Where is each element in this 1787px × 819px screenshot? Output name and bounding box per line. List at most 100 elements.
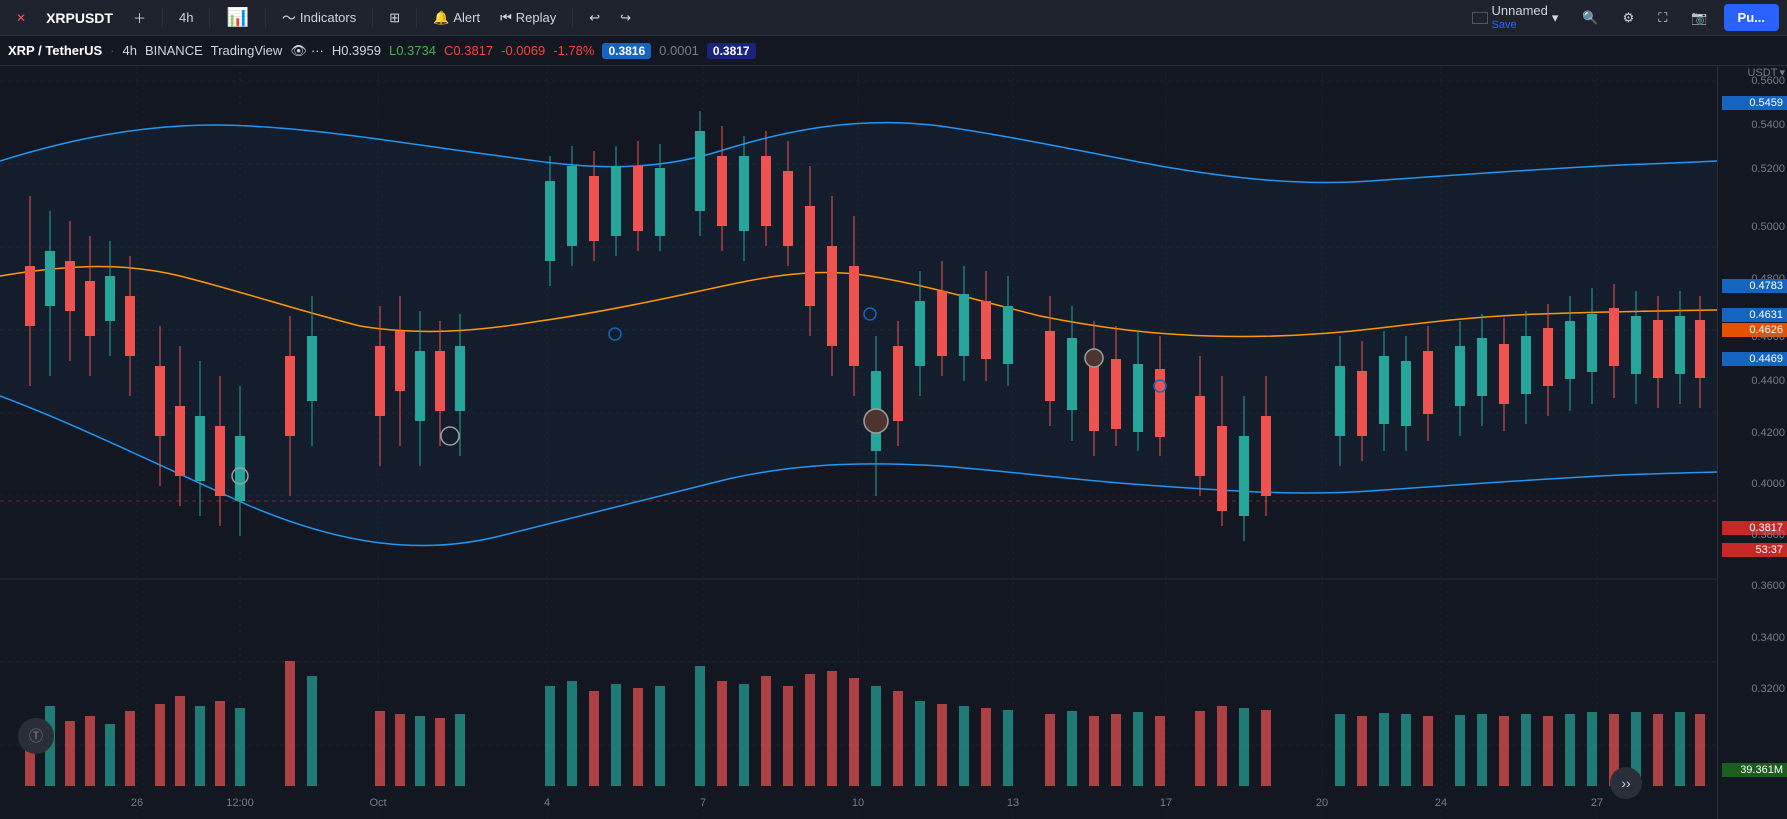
x-icon: ✕ bbox=[16, 11, 26, 25]
time-current-box: 53:37 bbox=[1722, 543, 1787, 557]
alert-label: Alert bbox=[453, 10, 480, 25]
price-low: 0.3817 bbox=[453, 43, 493, 58]
alert-icon: 🔔 bbox=[433, 10, 449, 26]
svg-text:Ⓣ: Ⓣ bbox=[29, 728, 43, 744]
price-axis: 0.5600 0.5459 0.5400 0.5200 0.5000 0.480… bbox=[1717, 66, 1787, 819]
svg-text:24: 24 bbox=[1435, 797, 1447, 809]
topbar: ✕ XRPUSDT ＋ 4h 📊 〜 Indicators ⊞ 🔔 Alert … bbox=[0, 0, 1787, 36]
price-tick: 0.0001 bbox=[659, 43, 699, 58]
price-level-3800: 0.3800 bbox=[1751, 529, 1785, 541]
chart-wrapper: Vol 89.785M BB 20 close 2 0 0.4013 0.486… bbox=[0, 66, 1787, 819]
topbar-right: Unnamed Save ▾ 🔍 ⚙ ⛶ 📷 Pu... bbox=[1464, 0, 1780, 36]
workspace-name: Unnamed bbox=[1492, 3, 1548, 19]
price-level-5400: 0.5400 bbox=[1751, 119, 1785, 131]
svg-text:4: 4 bbox=[544, 797, 550, 809]
workspace-selector[interactable]: Unnamed Save ▾ bbox=[1464, 0, 1567, 36]
price-open: 0.3959 bbox=[341, 43, 381, 58]
eye-icon[interactable]: 👁 bbox=[290, 43, 307, 59]
price-level-4000: 0.4000 bbox=[1751, 478, 1785, 490]
symbol-close-btn[interactable]: ✕ bbox=[8, 7, 34, 29]
timeframe-text: 4h bbox=[179, 10, 193, 25]
price-level-5200: 0.5200 bbox=[1751, 163, 1785, 175]
indicators-label: Indicators bbox=[300, 10, 356, 25]
settings-icon: ⚙ bbox=[1623, 10, 1635, 26]
indicators-btn[interactable]: 〜 Indicators bbox=[274, 4, 364, 32]
divider-2 bbox=[209, 8, 210, 28]
divider-5 bbox=[416, 8, 417, 28]
redo-icon: ↪ bbox=[620, 10, 631, 26]
price-level-5459-box: 0.5459 bbox=[1722, 96, 1787, 110]
settings-btn[interactable]: ⚙ bbox=[1615, 6, 1643, 30]
chevron-right-icon: ›› bbox=[1621, 775, 1630, 791]
layout-icon: ⊞ bbox=[389, 10, 400, 26]
chart-type-btn[interactable]: 📊 bbox=[218, 3, 256, 32]
workspace-save: Save bbox=[1492, 19, 1517, 32]
plus-icon: ＋ bbox=[133, 8, 146, 27]
svg-text:17: 17 bbox=[1160, 797, 1172, 809]
add-symbol-btn[interactable]: ＋ bbox=[125, 4, 154, 31]
price-level-4783-box: 0.4783 bbox=[1722, 279, 1787, 293]
svg-text:13: 13 bbox=[1007, 797, 1019, 809]
workspace-info: Unnamed Save bbox=[1492, 3, 1548, 32]
current-price-badge: 0.3816 bbox=[602, 43, 651, 59]
redo-btn[interactable]: ↪ bbox=[612, 6, 639, 30]
chart-exchange: BINANCE bbox=[145, 43, 203, 58]
undo-icon: ↩ bbox=[589, 10, 600, 26]
more-icon[interactable]: ··· bbox=[311, 43, 324, 58]
price-level-3200: 0.3200 bbox=[1751, 683, 1785, 695]
price-level-5000: 0.5000 bbox=[1751, 221, 1785, 233]
chart-type-icon: 📊 bbox=[226, 7, 248, 28]
infobar: XRP / TetherUS · 4h BINANCE TradingView … bbox=[0, 36, 1787, 66]
svg-text:7: 7 bbox=[700, 797, 706, 809]
price-level-4631-box: 0.4631 bbox=[1722, 308, 1787, 322]
fullscreen-btn[interactable]: ⛶ bbox=[1650, 6, 1675, 30]
symbol-selector[interactable]: XRPUSDT bbox=[38, 6, 121, 30]
screenshot-icon: 📷 bbox=[1691, 10, 1707, 26]
search-icon: 🔍 bbox=[1582, 10, 1598, 26]
fullscreen-icon: ⛶ bbox=[1658, 10, 1667, 26]
vol-price-box: 39.361M bbox=[1722, 763, 1787, 777]
price-level-4469-box: 0.4469 bbox=[1722, 352, 1787, 366]
chart-svg: 26 12:00 Oct 4 7 10 13 17 20 24 27 Ⓣ bbox=[0, 66, 1717, 819]
layout-btn[interactable]: ⊞ bbox=[381, 6, 408, 30]
svg-text:20: 20 bbox=[1316, 797, 1328, 809]
price-change-pct: -1.78% bbox=[553, 43, 594, 58]
scroll-right-btn[interactable]: ›› bbox=[1610, 767, 1642, 799]
chart-source: TradingView bbox=[211, 43, 283, 58]
divider-4 bbox=[372, 8, 373, 28]
price-high: 0.3734 bbox=[396, 43, 436, 58]
replay-icon: ⏮ bbox=[500, 10, 512, 26]
indicators-icon: 〜 bbox=[282, 8, 296, 28]
svg-text:12:00: 12:00 bbox=[226, 797, 254, 809]
chevron-down-icon: ▾ bbox=[1779, 66, 1785, 79]
alert-btn[interactable]: 🔔 Alert bbox=[425, 6, 488, 30]
svg-text:27: 27 bbox=[1591, 797, 1603, 809]
symbol-text: XRPUSDT bbox=[46, 10, 113, 26]
svg-text:10: 10 bbox=[852, 797, 864, 809]
price-level-4600: 0.4600 bbox=[1751, 331, 1785, 343]
replay-label: Replay bbox=[516, 10, 556, 25]
timeframe-selector[interactable]: 4h bbox=[171, 6, 201, 29]
divider-6 bbox=[572, 8, 573, 28]
workspace-chevron: ▾ bbox=[1552, 10, 1559, 26]
chart-timeframe: 4h bbox=[123, 43, 137, 58]
close-price-badge: 0.3817 bbox=[707, 43, 756, 59]
divider-1 bbox=[162, 8, 163, 28]
price-change: -0.0069 bbox=[501, 43, 545, 58]
undo-btn[interactable]: ↩ bbox=[581, 6, 608, 30]
usdt-label: USDT▾ bbox=[1748, 66, 1785, 79]
divider-3 bbox=[265, 8, 266, 28]
workspace-icon bbox=[1472, 12, 1488, 24]
svg-text:Oct: Oct bbox=[369, 797, 386, 809]
screenshot-btn[interactable]: 📷 bbox=[1683, 6, 1715, 30]
price-level-4400: 0.4400 bbox=[1751, 375, 1785, 387]
chart-controls: 👁 ··· bbox=[290, 43, 324, 59]
svg-text:26: 26 bbox=[131, 797, 143, 809]
chart-symbol: XRP / TetherUS bbox=[8, 43, 102, 58]
price-level-3400: 0.3400 bbox=[1751, 632, 1785, 644]
publish-btn[interactable]: Pu... bbox=[1724, 4, 1779, 31]
price-level-3600: 0.3600 bbox=[1751, 580, 1785, 592]
search-btn[interactable]: 🔍 bbox=[1574, 6, 1606, 30]
replay-btn[interactable]: ⏮ Replay bbox=[492, 6, 564, 30]
main-chart[interactable]: Vol 89.785M BB 20 close 2 0 0.4013 0.486… bbox=[0, 66, 1717, 819]
